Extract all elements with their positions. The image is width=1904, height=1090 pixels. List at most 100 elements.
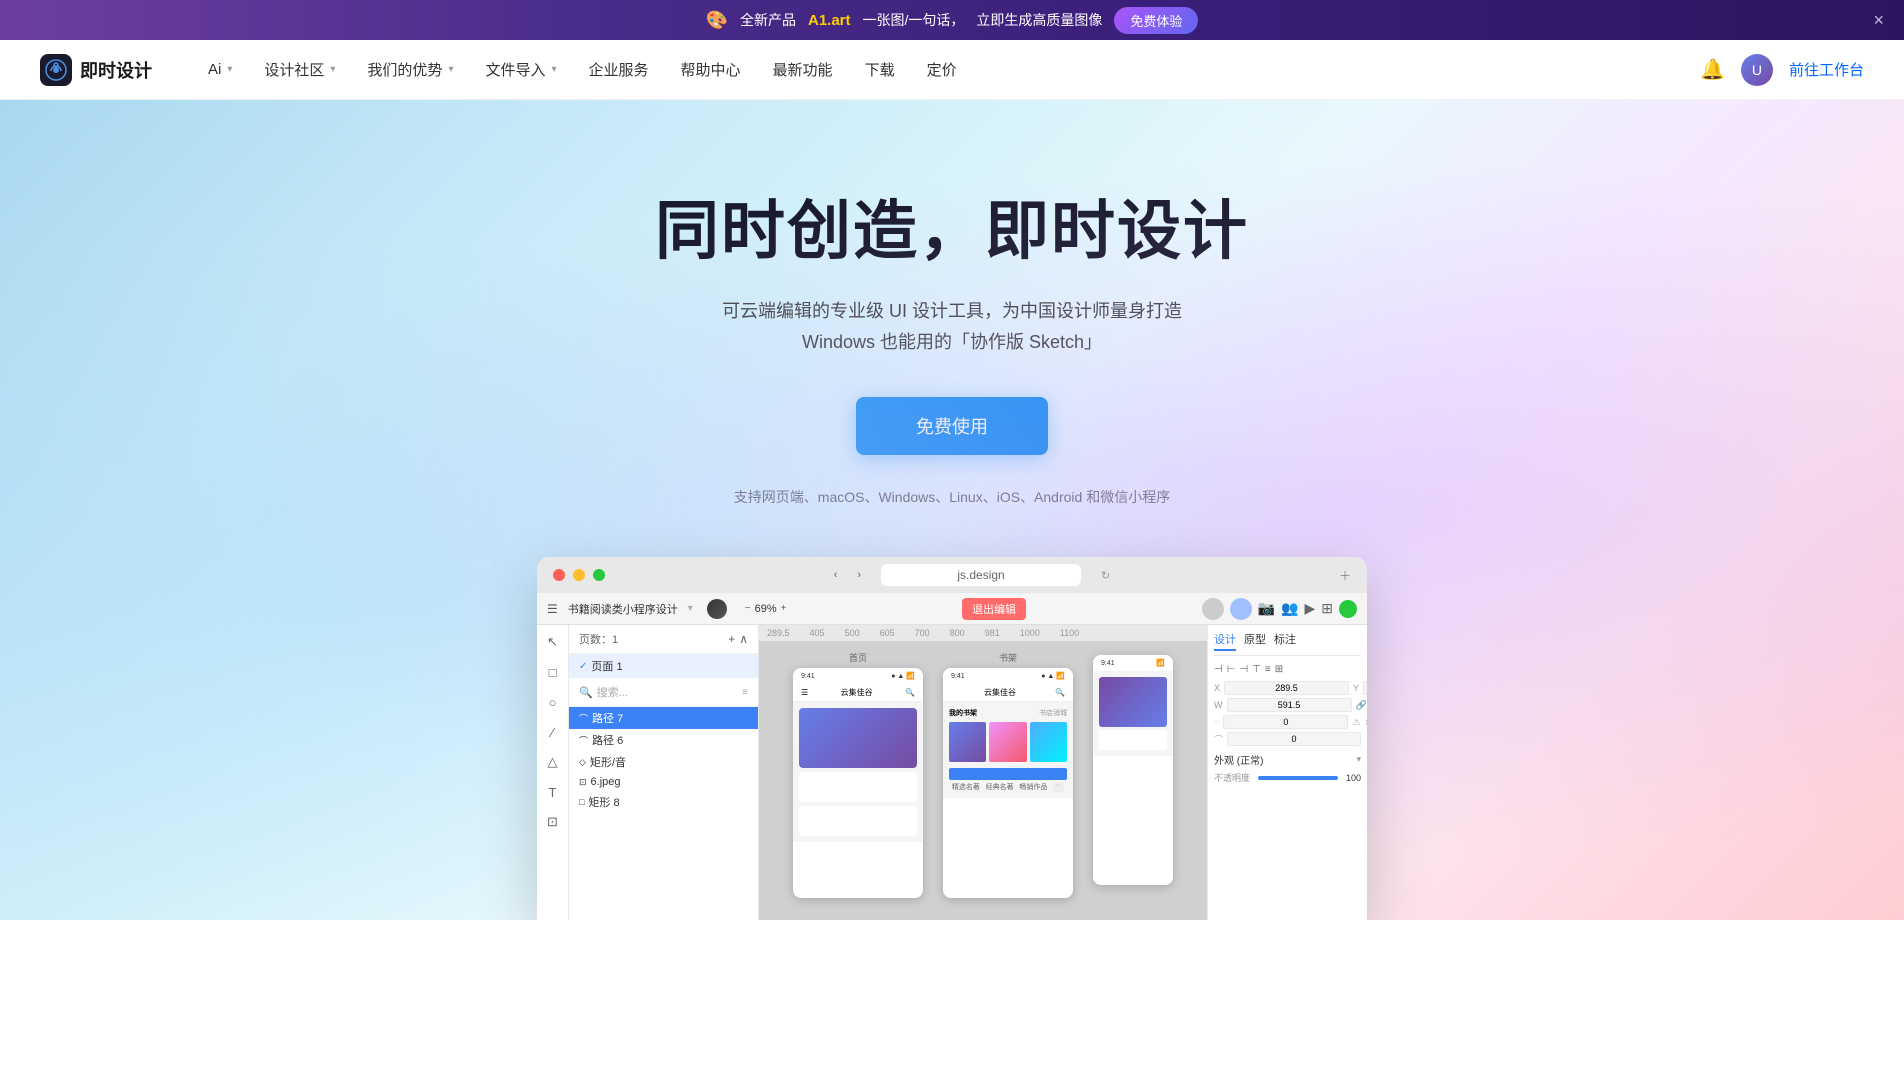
nav-item-enterprise[interactable]: 企业服务 <box>573 40 665 100</box>
exit-edit-button[interactable]: 退出编辑 <box>962 598 1026 620</box>
camera-icon[interactable]: 📷 <box>1258 600 1275 617</box>
banner-close-button[interactable]: × <box>1873 10 1884 31</box>
zoom-minus-icon[interactable]: − <box>745 603 751 614</box>
align-center-v-icon[interactable]: ≡ <box>1265 664 1271 675</box>
phone3-card <box>1099 730 1167 750</box>
y-label: Y <box>1353 683 1359 693</box>
r2-input[interactable] <box>1227 732 1361 746</box>
phone1-time: 9:41 <box>801 673 815 680</box>
nav-item-pricing[interactable]: 定价 <box>911 40 973 100</box>
hamburger-icon[interactable]: ☰ <box>547 602 558 616</box>
lock-icon[interactable]: 🔗 <box>1356 700 1367 711</box>
notification-bell-icon[interactable]: 🔔 <box>1700 57 1725 82</box>
zoom-plus-icon[interactable]: + <box>781 603 787 614</box>
phone3-status-bar: 9:41 📶 <box>1093 655 1173 671</box>
image-tool[interactable]: ⊡ <box>542 811 564 833</box>
hero-subtitle-line1: 可云端编辑的专业级 UI 设计工具，为中国设计师量身打造 <box>722 301 1182 321</box>
traffic-green-button[interactable] <box>593 569 605 581</box>
workspace-button[interactable]: 前往工作台 <box>1789 59 1864 80</box>
play-icon[interactable]: ▶ <box>1304 600 1315 617</box>
nav-advantages-chevron: ▾ <box>448 64 453 75</box>
align-right-icon[interactable]: ⊣ <box>1239 664 1248 675</box>
r1-input[interactable] <box>1223 715 1348 729</box>
add-page-icon[interactable]: + <box>728 632 735 646</box>
url-bar[interactable]: js.design <box>881 564 1081 586</box>
exit-edit-container: 退出编辑 <box>797 598 1192 620</box>
layer-rect-label: 矩形/音 <box>590 754 626 770</box>
logo-link[interactable]: 即时设计 <box>40 54 152 86</box>
traffic-yellow-button[interactable] <box>573 569 585 581</box>
nav-features-label: 最新功能 <box>773 59 833 80</box>
circle-tool[interactable]: ○ <box>542 691 564 713</box>
tab4: ··· <box>1053 782 1064 792</box>
frame-tool[interactable]: □ <box>542 661 564 683</box>
page-info-bar: 页数：1 + ∧ <box>569 625 758 654</box>
tab-annotation[interactable]: 标注 <box>1274 631 1296 651</box>
right-toolbar-icons: 📷 👥 ▶ ⊞ <box>1202 598 1357 620</box>
tab-prototype[interactable]: 原型 <box>1244 631 1266 651</box>
nav-forward-icon[interactable]: › <box>857 569 861 581</box>
align-left-icon[interactable]: ⊣ <box>1214 664 1223 675</box>
nav-item-features[interactable]: 最新功能 <box>757 40 849 100</box>
nav-item-help[interactable]: 帮助中心 <box>665 40 757 100</box>
page-controls: + ∧ <box>728 632 748 646</box>
page-count-label: 页数：1 <box>579 631 618 647</box>
align-center-h-icon[interactable]: ⊢ <box>1227 664 1236 675</box>
nav-back-icon[interactable]: ‹ <box>834 569 838 581</box>
book-thumb-1 <box>949 722 986 762</box>
nav-import-chevron: ▾ <box>551 64 556 75</box>
tab1: 精选名著 <box>952 782 980 792</box>
people-icon[interactable]: 👥 <box>1281 600 1298 617</box>
reload-icon[interactable]: ↻ <box>1101 569 1110 582</box>
layer-item-2[interactable]: ◇ 矩形/音 <box>569 751 758 773</box>
y-input[interactable] <box>1363 681 1367 695</box>
nav-item-ai[interactable]: Ai ▾ <box>192 40 248 100</box>
logo-icon <box>40 54 72 86</box>
phone-screen-1: 9:41 ● ▲ 📶 ☰ 云集佳谷 🔍 <box>793 668 923 898</box>
x-input[interactable] <box>1224 681 1349 695</box>
right-properties-panel: 设计 原型 标注 ⊣ ⊢ ⊣ ⊤ ≡ ⊞ X Y <box>1207 625 1367 920</box>
triangle-tool[interactable]: △ <box>542 751 564 773</box>
zoom-controls: − 69% + <box>745 603 787 615</box>
alignment-tools: ⊣ ⊢ ⊣ ⊤ ≡ ⊞ <box>1214 664 1361 675</box>
add-tab-icon[interactable]: ＋ <box>1339 567 1351 584</box>
appearance-chevron[interactable]: ▾ <box>1356 754 1361 765</box>
appearance-section: 外观 (正常) ▾ 不透明度 100 <box>1214 752 1361 784</box>
hero-subtitle-line2: Windows 也能用的「协作版 Sketch」 <box>802 332 1102 352</box>
layer-item-3[interactable]: ⊡ 6.jpeg <box>569 773 758 791</box>
canvas-content[interactable]: 首页 9:41 ● ▲ 📶 ☰ 云集佳谷 🔍 <box>759 641 1207 920</box>
layer-item-4[interactable]: □ 矩形 8 <box>569 791 758 813</box>
layer-path7-label: 路径 7 <box>592 710 623 726</box>
banner-cta-button[interactable]: 免费体验 <box>1114 7 1198 34</box>
nav-item-import[interactable]: 文件导入 ▾ <box>469 40 572 100</box>
w-input[interactable] <box>1227 698 1352 712</box>
nav-item-advantages[interactable]: 我们的优势 ▾ <box>351 40 469 100</box>
nav-item-download[interactable]: 下载 <box>849 40 911 100</box>
collapse-icon[interactable]: ∧ <box>739 632 748 646</box>
navbar-right: 🔔 U 前往工作台 <box>1700 54 1864 86</box>
page-item[interactable]: ✓ 页面 1 <box>569 654 758 678</box>
color-mode-icon[interactable] <box>707 599 727 619</box>
user-avatar[interactable]: U <box>1741 54 1773 86</box>
nav-item-community[interactable]: 设计社区 ▾ <box>248 40 351 100</box>
grid-icon[interactable]: ⊞ <box>1321 600 1333 617</box>
layer-search-bar[interactable]: 🔍 搜索... ≡ <box>569 678 758 707</box>
sort-icon[interactable]: ≡ <box>742 687 748 698</box>
layer-item-1[interactable]: ⌒ 路径 6 <box>569 729 758 751</box>
ruler-bar: 289.540550060570080098110001100 <box>759 625 1207 641</box>
distribute-icon[interactable]: ⊞ <box>1275 664 1283 675</box>
text-tool[interactable]: T <box>542 781 564 803</box>
x-label: X <box>1214 683 1220 693</box>
tab-design[interactable]: 设计 <box>1214 631 1236 651</box>
hero-cta-button[interactable]: 免费使用 <box>856 397 1048 455</box>
warning-icon: ⚠ <box>1352 717 1360 728</box>
layer-item-0[interactable]: ⌒ 路径 7 <box>569 707 758 729</box>
layer-path6-label: 路径 6 <box>592 732 623 748</box>
titlebar-center: ‹ › js.design ↻ <box>613 564 1331 586</box>
phone3-content <box>1093 671 1173 756</box>
pen-tool[interactable]: ∕ <box>542 721 564 743</box>
select-tool[interactable]: ↖ <box>542 631 564 653</box>
traffic-red-button[interactable] <box>553 569 565 581</box>
align-top-icon[interactable]: ⊤ <box>1252 664 1261 675</box>
opacity-slider-track[interactable] <box>1258 776 1338 780</box>
